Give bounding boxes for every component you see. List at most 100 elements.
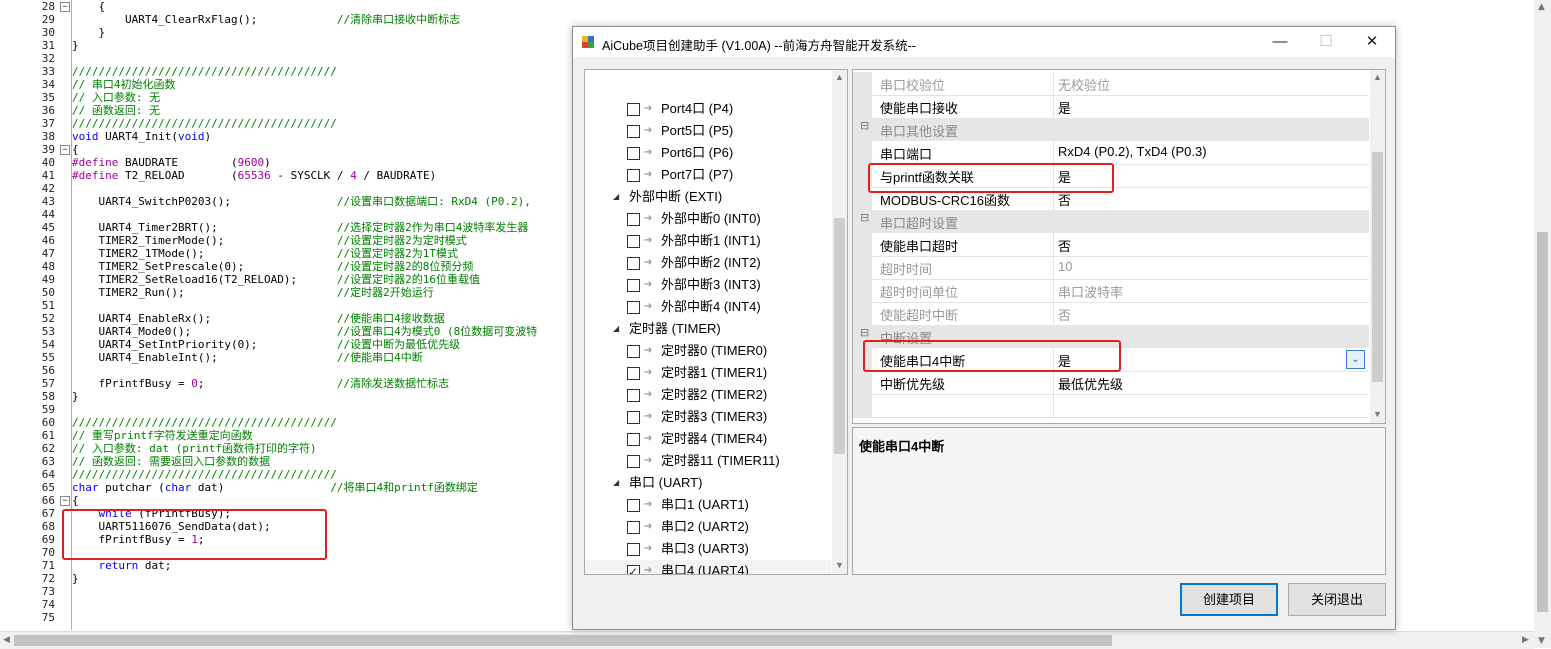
- code-line[interactable]: UART4_SetIntPriority(0); //设置中断为最低优先级: [72, 338, 460, 351]
- horizontal-scrollbar[interactable]: ◀ ▶: [0, 631, 1534, 649]
- fold-toggle-icon[interactable]: −: [60, 496, 70, 506]
- code-line[interactable]: UART4_EnableRx(); //使能串口4接收数据: [72, 312, 444, 325]
- scroll-up-icon[interactable]: ▲: [835, 72, 844, 82]
- tree-item[interactable]: ➔ 外部中断2 (INT2): [585, 252, 831, 274]
- code-line[interactable]: UART4_ClearRxFlag(); //清除串口接收中断标志: [72, 13, 460, 26]
- code-line[interactable]: // 函数返回: 需要返回入口参数的数据: [72, 455, 270, 468]
- tree-checkbox[interactable]: [627, 169, 640, 182]
- tree-scrollbar[interactable]: ▲ ▼: [832, 70, 847, 574]
- peripheral-tree[interactable]: ➔ Port4口 (P4) ➔ Port5口 (P5) ➔ Port6口 (P6) ➔ Por…: [584, 69, 848, 575]
- code-line[interactable]: char putchar (char dat) //将串口4和printf函数绑…: [72, 481, 478, 494]
- tree-item[interactable]: ◢ 串口 (UART): [585, 472, 831, 494]
- code-line[interactable]: TIMER2_SetReload16(T2_RELOAD); //设置定时器2的…: [72, 273, 480, 286]
- tree-checkbox[interactable]: [627, 433, 640, 446]
- tree-checkbox[interactable]: [627, 103, 640, 116]
- tree-item[interactable]: ➔ 外部中断1 (INT1): [585, 230, 831, 252]
- code-line[interactable]: ////////////////////////////////////////: [72, 65, 337, 78]
- tree-checkbox[interactable]: [627, 389, 640, 402]
- fold-toggle-icon[interactable]: −: [60, 145, 70, 155]
- code-line[interactable]: return dat;: [72, 559, 172, 572]
- code-line[interactable]: #define BAUDRATE (9600): [72, 156, 271, 169]
- collapse-icon[interactable]: ⊟: [860, 213, 869, 224]
- property-value[interactable]: 是: [1058, 98, 1071, 117]
- tree-item[interactable]: ➔ Port4口 (P4): [585, 98, 831, 120]
- tree-checkbox[interactable]: [627, 279, 640, 292]
- code-line[interactable]: ////////////////////////////////////////: [72, 416, 337, 429]
- code-line[interactable]: TIMER2_Run(); //定时器2开始运行: [72, 286, 433, 299]
- tree-item[interactable]: ➔ Port6口 (P6): [585, 142, 831, 164]
- property-row[interactable]: 中断优先级 最低优先级: [853, 371, 1369, 395]
- tree-checkbox[interactable]: [627, 521, 640, 534]
- tree-checkbox[interactable]: [627, 411, 640, 424]
- horizontal-scroll-thumb[interactable]: [14, 635, 1112, 646]
- property-row[interactable]: 超时时间单位 串口波特率: [853, 279, 1369, 303]
- tree-item[interactable]: ➔ Port7口 (P7): [585, 164, 831, 186]
- tree-checkbox[interactable]: [627, 367, 640, 380]
- property-scroll-thumb[interactable]: [1372, 152, 1383, 382]
- code-line[interactable]: ////////////////////////////////////////: [72, 468, 337, 481]
- property-row[interactable]: 串口校验位 无校验位: [853, 72, 1369, 96]
- tree-item[interactable]: ➔ Port5口 (P5): [585, 120, 831, 142]
- fold-toggle-icon[interactable]: −: [60, 2, 70, 12]
- property-row[interactable]: 使能串口超时 否: [853, 233, 1369, 257]
- code-line[interactable]: // 串口4初始化函数: [72, 78, 176, 91]
- close-button[interactable]: ✕: [1350, 30, 1394, 54]
- tree-item[interactable]: ➔ 外部中断0 (INT0): [585, 208, 831, 230]
- code-line[interactable]: // 入口参数: 无: [72, 91, 160, 104]
- vertical-scrollbar[interactable]: ▲ ▼: [1534, 0, 1551, 648]
- scroll-left-icon[interactable]: ◀: [3, 635, 10, 645]
- code-line[interactable]: fPrintfBusy = 0; //清除发送数据忙标志: [72, 377, 449, 390]
- code-line[interactable]: void UART4_Init(void): [72, 130, 211, 143]
- tree-checkbox[interactable]: [627, 257, 640, 270]
- tree-checkbox[interactable]: [627, 213, 640, 226]
- tree-item[interactable]: ➔ 串口4 (UART4): [585, 560, 831, 574]
- code-line[interactable]: // 重写printf字符发送重定向函数: [72, 429, 253, 442]
- property-row[interactable]: 串口端口 RxD4 (P0.2), TxD4 (P0.3): [853, 141, 1369, 165]
- code-line[interactable]: UART4_EnableInt(); //使能串口4中断: [72, 351, 422, 364]
- code-line[interactable]: }: [72, 26, 105, 39]
- tree-item[interactable]: ➔ 定时器3 (TIMER3): [585, 406, 831, 428]
- tree-item[interactable]: ➔ 定时器4 (TIMER4): [585, 428, 831, 450]
- code-line[interactable]: // 入口参数: dat (printf函数待打印的字符): [72, 442, 317, 455]
- aicube-dialog[interactable]: AiCube项目创建助手 (V1.00A) --前海方舟智能开发系统-- — ☐…: [572, 26, 1396, 630]
- dialog-titlebar[interactable]: AiCube项目创建助手 (V1.00A) --前海方舟智能开发系统-- — ☐…: [573, 27, 1395, 57]
- tree-checkbox[interactable]: [627, 125, 640, 138]
- property-row[interactable]: 超时时间 10: [853, 256, 1369, 280]
- tree-checkbox[interactable]: [627, 147, 640, 160]
- dropdown-chevron-icon[interactable]: ⌄: [1346, 350, 1365, 369]
- property-scrollbar[interactable]: ▲ ▼: [1370, 70, 1385, 423]
- tree-checkbox[interactable]: [627, 499, 640, 512]
- close-exit-button[interactable]: 关闭退出: [1288, 583, 1386, 616]
- code-line[interactable]: // 函数返回: 无: [72, 104, 160, 117]
- create-project-button[interactable]: 创建项目: [1180, 583, 1278, 616]
- code-line[interactable]: TIMER2_SetPrescale(0); //设置定时器2的8位预分频: [72, 260, 473, 273]
- tree-item[interactable]: ➔ 串口2 (UART2): [585, 516, 831, 538]
- vertical-scroll-thumb[interactable]: [1537, 232, 1548, 612]
- scroll-up-icon[interactable]: ▲: [1373, 72, 1382, 82]
- tree-checkbox[interactable]: [627, 345, 640, 358]
- tree-item[interactable]: ➔ 定时器2 (TIMER2): [585, 384, 831, 406]
- tree-item[interactable]: ◢ 外部中断 (EXTI): [585, 186, 831, 208]
- property-value[interactable]: 否: [1058, 305, 1071, 324]
- tree-item[interactable]: ➔ 串口1 (UART1): [585, 494, 831, 516]
- expand-icon[interactable]: ◢: [613, 318, 619, 340]
- property-category[interactable]: ⊟ 串口其他设置: [853, 118, 1369, 141]
- tree-item[interactable]: ➔ 定时器11 (TIMER11): [585, 450, 831, 472]
- code-line[interactable]: {: [72, 143, 79, 156]
- scroll-down-icon[interactable]: ▼: [1373, 409, 1382, 419]
- code-line[interactable]: UART4_Timer2BRT(); //选择定时器2作为串口4波特率发生器: [72, 221, 528, 234]
- collapse-icon[interactable]: ⊟: [860, 328, 869, 339]
- code-line[interactable]: UART4_SwitchP0203(); //设置串口数据端口: RxD4 (P…: [72, 195, 530, 208]
- code-line[interactable]: {: [72, 0, 105, 13]
- code-line[interactable]: #define T2_RELOAD (65536 - SYSCLK / 4 / …: [72, 169, 436, 182]
- tree-item[interactable]: ➔ 定时器1 (TIMER1): [585, 362, 831, 384]
- tree-checkbox[interactable]: [627, 561, 640, 574]
- code-line[interactable]: ////////////////////////////////////////: [72, 117, 337, 130]
- property-value[interactable]: 10: [1058, 259, 1072, 274]
- expand-icon[interactable]: ◢: [613, 186, 619, 208]
- tree-item[interactable]: ◢ 定时器 (TIMER): [585, 318, 831, 340]
- tree-item[interactable]: ➔ 外部中断3 (INT3): [585, 274, 831, 296]
- tree-checkbox[interactable]: [627, 235, 640, 248]
- code-line[interactable]: }: [72, 39, 79, 52]
- tree-checkbox[interactable]: [627, 301, 640, 314]
